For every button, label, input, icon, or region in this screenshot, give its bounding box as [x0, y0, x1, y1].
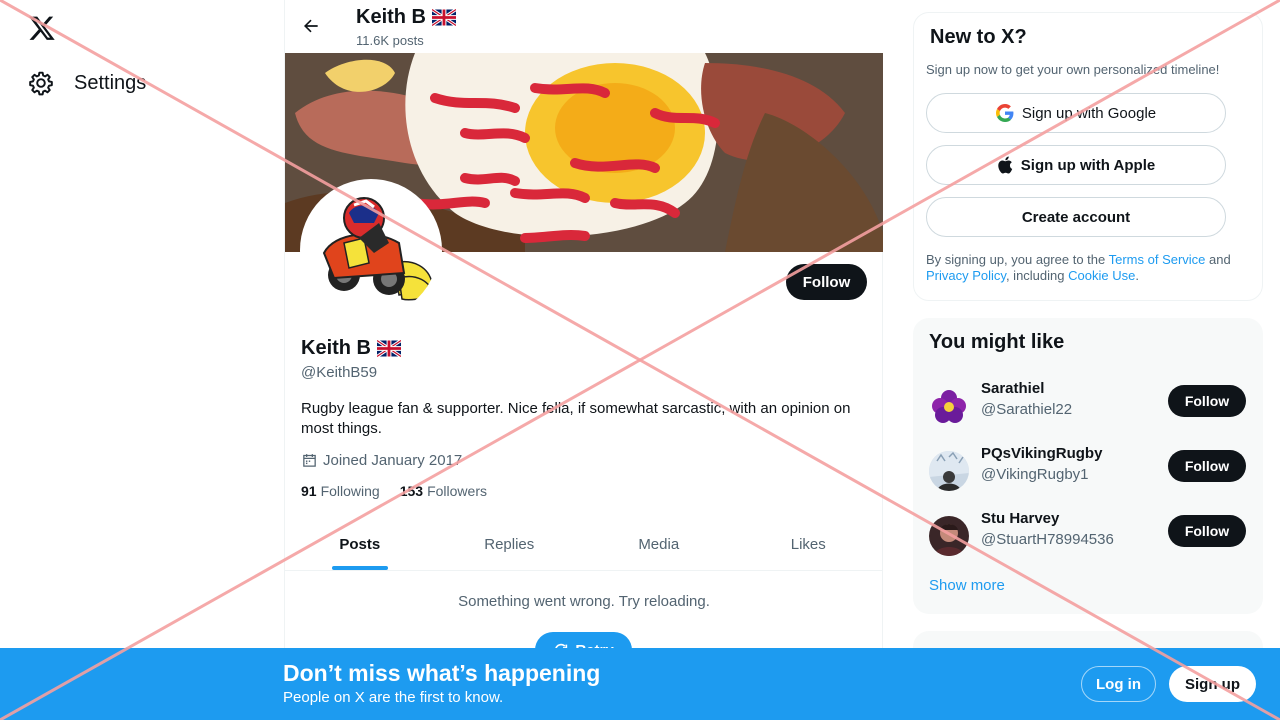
signup-google-button[interactable]: Sign up with Google: [926, 93, 1226, 133]
uk-flag-icon: [432, 9, 456, 26]
signup-button[interactable]: Sign up: [1169, 666, 1256, 702]
following-label: Following: [320, 483, 380, 499]
tab-likes[interactable]: Likes: [734, 518, 884, 570]
signup-legal-text: By signing up, you agree to the Terms of…: [926, 252, 1252, 284]
header-name: Keith B: [356, 6, 426, 28]
avatar: [929, 386, 969, 426]
suggestion-item[interactable]: PQsVikingRugby @VikingRugby1 Follow: [929, 445, 1247, 495]
legal-suffix: .: [1135, 268, 1139, 283]
profile-bio: Rugby league fan & supporter. Nice fella…: [301, 400, 851, 437]
tab-media[interactable]: Media: [584, 518, 734, 570]
suggestion-name: Stu Harvey: [981, 510, 1060, 527]
main-column: Keith B 11.6K posts Follow Keith B @Keit…: [284, 0, 883, 720]
suggestions-card: You might like Sarathiel @Sarathiel22 Fo…: [913, 318, 1263, 614]
profile-tabs: Posts Replies Media Likes: [285, 518, 883, 571]
header-title: Keith B: [356, 6, 456, 29]
suggestion-name: Sarathiel: [981, 380, 1045, 397]
legal-and: and: [1205, 252, 1231, 267]
settings-label: Settings: [74, 71, 147, 94]
posts-count: 11.6K posts: [356, 33, 424, 48]
follow-button[interactable]: Follow: [786, 264, 867, 300]
signup-card-title: New to X?: [930, 26, 1027, 48]
uk-flag-icon: [377, 340, 401, 357]
feed-error-message: Something went wrong. Try reloading.: [458, 593, 710, 610]
suggestion-follow-button[interactable]: Follow: [1168, 385, 1246, 417]
profile-handle: @KeithB59: [301, 364, 378, 381]
back-arrow-icon[interactable]: [301, 16, 321, 36]
bottom-bar-subtitle: People on X are the first to know.: [283, 689, 504, 706]
suggestion-follow-button[interactable]: Follow: [1168, 515, 1246, 547]
login-prompt-bar: Don’t miss what’s happening People on X …: [0, 648, 1280, 720]
tab-posts[interactable]: Posts: [285, 518, 435, 570]
google-icon: [995, 104, 1014, 122]
signup-card: New to X? Sign up now to get your own pe…: [913, 12, 1263, 301]
show-more-link[interactable]: Show more: [929, 577, 1005, 594]
follow-stats: 91 Following 153 Followers: [301, 483, 507, 499]
create-account-button[interactable]: Create account: [926, 197, 1226, 237]
avatar: [929, 451, 969, 491]
followers-count: 153: [399, 483, 424, 499]
signup-apple-button[interactable]: Sign up with Apple: [926, 145, 1226, 185]
suggestions-title: You might like: [929, 331, 1065, 353]
suggestion-item[interactable]: Stu Harvey @StuartH78994536 Follow: [929, 510, 1247, 560]
avatar-image: [304, 183, 438, 317]
cookie-link[interactable]: Cookie Use: [1068, 268, 1135, 283]
login-button[interactable]: Log in: [1081, 666, 1156, 702]
legal-including: , including: [1005, 268, 1069, 283]
suggestion-handle: @Sarathiel22: [981, 401, 1073, 418]
signup-apple-label: Sign up with Apple: [1020, 156, 1156, 174]
settings-link[interactable]: Settings: [28, 66, 146, 100]
followers-link[interactable]: 153 Followers: [400, 483, 487, 499]
suggestion-name: PQsVikingRugby: [981, 445, 1103, 462]
suggestion-follow-button[interactable]: Follow: [1168, 450, 1246, 482]
x-logo-icon[interactable]: [28, 14, 56, 42]
gear-icon: [29, 71, 53, 96]
joined-label: Joined January 2017: [323, 452, 463, 469]
followers-label: Followers: [427, 483, 487, 499]
following-link[interactable]: 91 Following: [301, 483, 380, 499]
tab-replies[interactable]: Replies: [435, 518, 585, 570]
profile-name: Keith B: [301, 337, 401, 360]
avatar: [929, 516, 969, 556]
following-count: 91: [301, 483, 317, 499]
suggestion-item[interactable]: Sarathiel @Sarathiel22 Follow: [929, 380, 1247, 430]
terms-link[interactable]: Terms of Service: [1109, 252, 1206, 267]
left-nav: Settings: [0, 0, 284, 720]
apple-icon: [998, 156, 1012, 174]
profile-avatar[interactable]: [300, 179, 442, 321]
profile-display-name: Keith B: [301, 337, 371, 359]
privacy-link[interactable]: Privacy Policy: [926, 268, 1006, 283]
joined-date: Joined January 2017: [301, 452, 462, 469]
bottom-bar-title: Don’t miss what’s happening: [283, 660, 601, 686]
suggestion-handle: @VikingRugby1: [981, 466, 1089, 483]
suggestion-handle: @StuartH78994536: [981, 531, 1114, 548]
signup-google-label: Sign up with Google: [1021, 104, 1157, 122]
legal-prefix: By signing up, you agree to the: [926, 252, 1109, 267]
calendar-icon: [303, 454, 316, 467]
signup-card-subtitle: Sign up now to get your own personalized…: [926, 62, 1220, 77]
profile-header-bar: Keith B 11.6K posts: [285, 0, 883, 53]
